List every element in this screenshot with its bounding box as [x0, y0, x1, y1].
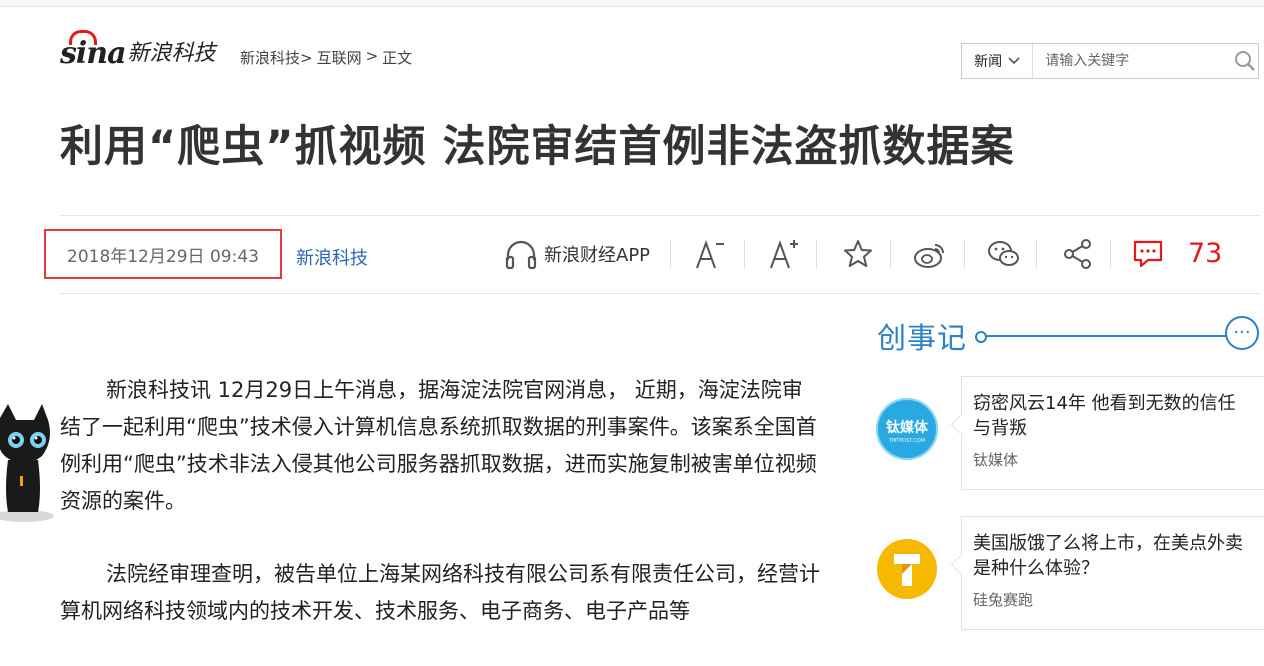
- toolbar-separator: [1036, 240, 1037, 268]
- breadcrumb-section[interactable]: 互联网: [317, 47, 362, 68]
- search-category-select[interactable]: 新闻: [962, 44, 1034, 78]
- comment-icon: [1133, 240, 1163, 268]
- comment-count[interactable]: 73: [1188, 238, 1222, 269]
- toolbar-separator: [964, 240, 965, 268]
- headphones-icon: [505, 240, 537, 270]
- breadcrumb-current: 正文: [382, 49, 413, 67]
- timeline-line: [987, 335, 1227, 337]
- sina-tech-logo[interactable]: sina 新浪科技: [60, 30, 216, 74]
- search-bar: 新闻: [961, 43, 1259, 79]
- wechat-icon: [988, 241, 1019, 266]
- date-text: 2018年12月29日 09:43: [67, 246, 259, 267]
- cat-mascot[interactable]: [0, 400, 56, 525]
- chevron-down-icon: [1008, 57, 1020, 65]
- sidebar-title[interactable]: 创事记: [877, 315, 967, 357]
- app-label: 新浪财经APP: [544, 245, 651, 266]
- toolbar-separator: [1110, 240, 1111, 268]
- top-border: [0, 0, 1264, 7]
- article-paragraph: 法院经审理查明，被告单位上海某网络科技有限公司系有限责任公司，经营计算机网络科技…: [60, 562, 820, 623]
- divider: [60, 215, 1260, 216]
- article-paragraph: 新浪科技讯 12月29日上午消息，据海淀法院官网消息， 近期，海淀法院审结了一起…: [60, 378, 817, 513]
- comment-button[interactable]: [1130, 236, 1166, 272]
- toolbar-separator: [744, 240, 745, 268]
- gui-tu-logo[interactable]: [876, 538, 938, 600]
- tmtpost-logo-text: 钛媒体: [886, 419, 929, 436]
- toolbar-separator: [890, 240, 891, 268]
- search-input[interactable]: [1033, 53, 1232, 69]
- breadcrumb-separator: >: [365, 47, 379, 65]
- article-body: 新浪科技讯 12月29日上午消息，据海淀法院官网消息， 近期，海淀法院审结了一起…: [60, 372, 820, 666]
- breadcrumb: 新浪科技> 互联网 > 正文: [240, 47, 412, 68]
- toolbar-separator: [816, 240, 817, 268]
- more-button[interactable]: ···: [1225, 316, 1259, 350]
- star-icon: [844, 240, 872, 267]
- sidebar-card[interactable]: 窃密风云14年 他看到无数的信任与背叛 钛媒体: [961, 376, 1264, 490]
- card-title[interactable]: 美国版饿了么将上市，在美点外卖是种什么体验？: [973, 531, 1252, 581]
- share-button[interactable]: [1060, 236, 1096, 272]
- search-icon[interactable]: [1231, 44, 1258, 78]
- tmtpost-logo-sub: TMTPOST.COM: [888, 438, 925, 444]
- source-link[interactable]: 新浪科技: [296, 244, 368, 270]
- finance-app-link[interactable]: 新浪财经APP: [504, 238, 650, 270]
- logo-channel-name: 新浪科技: [127, 41, 216, 66]
- search-category-label: 新闻: [974, 54, 1003, 70]
- toolbar-separator: [670, 240, 671, 268]
- font-increase-icon: [770, 240, 798, 269]
- font-decrease-icon: [696, 240, 724, 269]
- timeline-dot: [975, 331, 987, 343]
- sina-logo-mark: sina: [60, 30, 127, 74]
- font-decrease-button[interactable]: [692, 236, 728, 272]
- more-dots-icon: ···: [1233, 322, 1251, 343]
- breadcrumb-channel[interactable]: 新浪科技>: [240, 47, 313, 68]
- card-title[interactable]: 窃密风云14年 他看到无数的信任与背叛: [973, 391, 1252, 441]
- weibo-icon: [914, 244, 944, 268]
- share-icon: [1064, 239, 1091, 269]
- article-title: 利用“爬虫”抓视频 法院审结首例非法盗抓数据案: [60, 122, 1015, 172]
- sina-eye-icon: [69, 30, 97, 45]
- sidebar-card[interactable]: 美国版饿了么将上市，在美点外卖是种什么体验？ 硅兔赛跑: [961, 516, 1264, 630]
- weibo-share-button[interactable]: [912, 236, 948, 272]
- publish-date: 2018年12月29日 09:43: [44, 229, 282, 279]
- card-author[interactable]: 钛媒体: [973, 449, 1252, 470]
- tmtpost-logo[interactable]: 钛媒体 TMTPOST.COM: [876, 398, 938, 460]
- wechat-share-button[interactable]: [986, 236, 1022, 272]
- card-author[interactable]: 硅兔赛跑: [973, 589, 1252, 610]
- divider: [60, 293, 1260, 294]
- font-increase-button[interactable]: [766, 236, 802, 272]
- favorite-button[interactable]: [840, 236, 876, 272]
